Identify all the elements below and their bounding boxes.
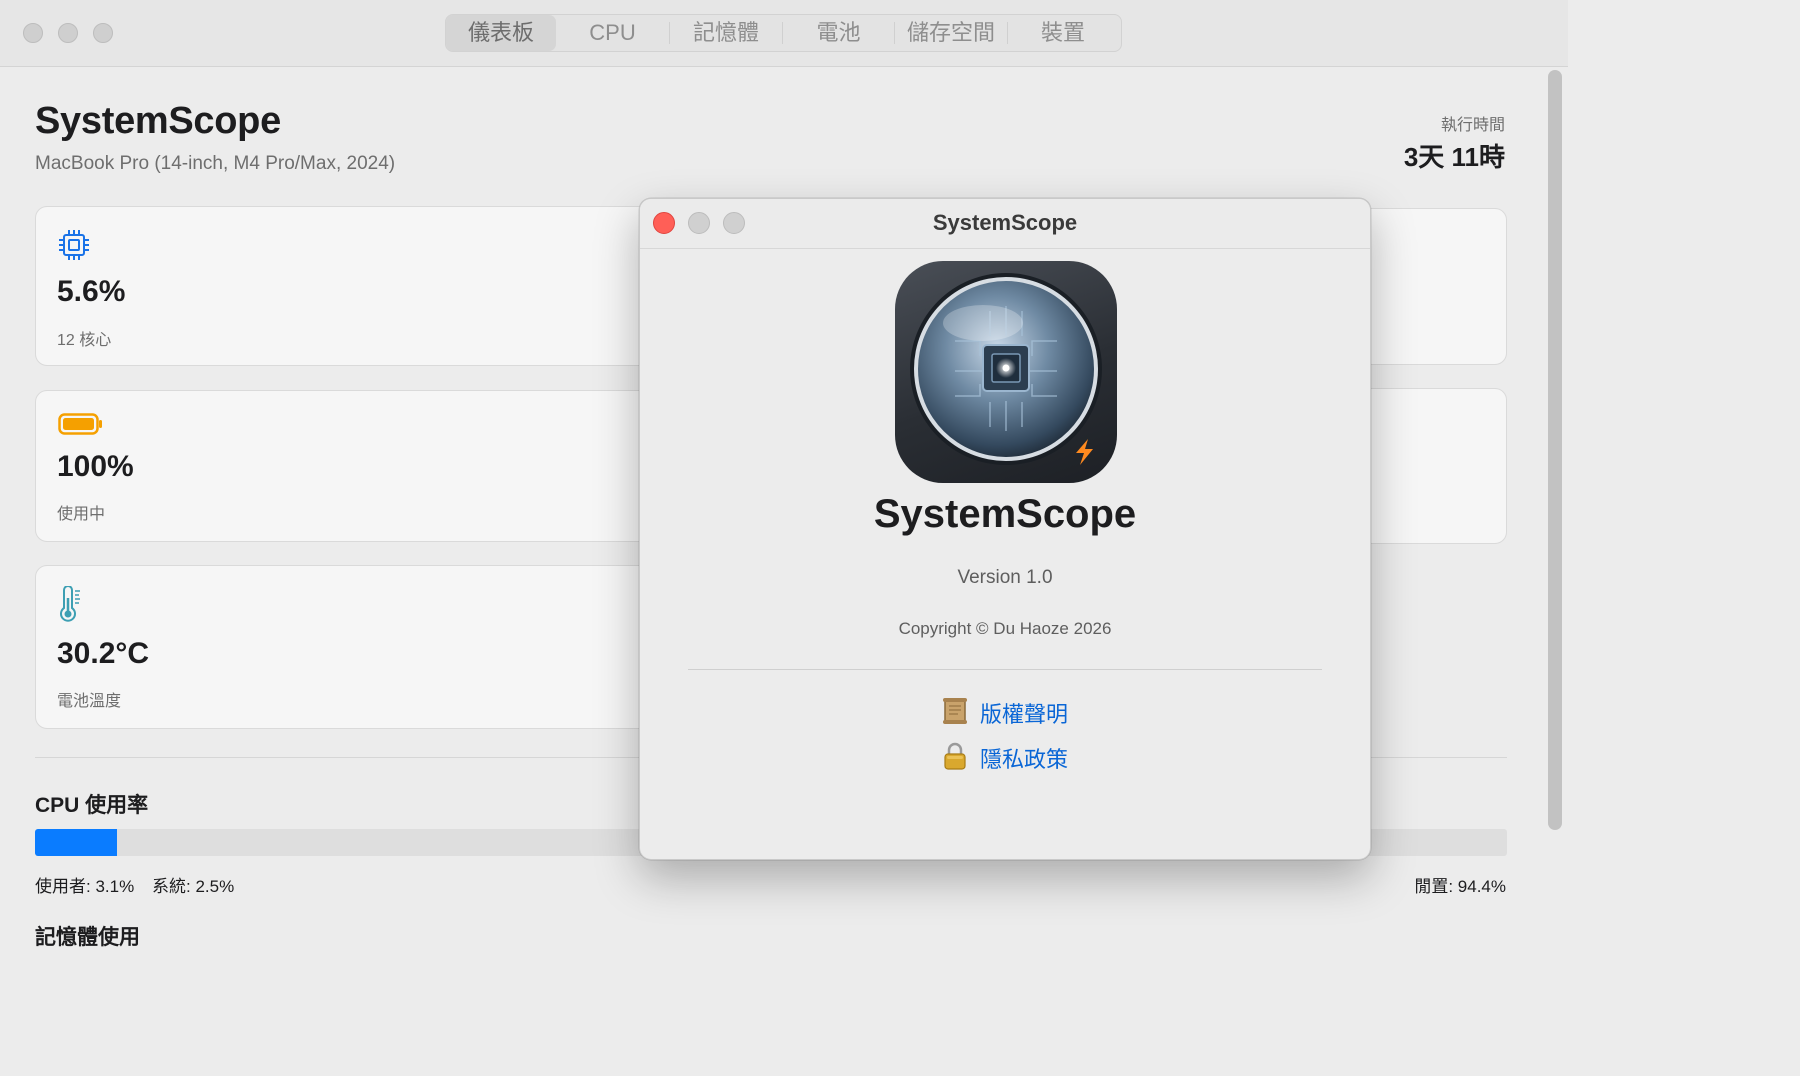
dialog-titlebar: SystemScope — [640, 199, 1370, 249]
dialog-app-name: SystemScope — [873, 492, 1137, 536]
cpu-idle-text: 閒置: 94.4% — [1414, 877, 1506, 896]
page-title: SystemScope — [35, 100, 281, 142]
privacy-policy-label: 隱私政策 — [980, 747, 1069, 772]
about-dialog: SystemScope SystemScope Version 1.0 Copy… — [639, 198, 1371, 860]
tab-devices[interactable]: 裝置 — [1008, 15, 1118, 51]
cpu-usage-bar-fill — [35, 829, 118, 856]
dialog-version: Version 1.0 — [957, 567, 1053, 588]
battery-icon — [58, 413, 104, 440]
privacy-policy-link[interactable]: 隱私政策 — [940, 741, 1068, 775]
cpu-core-count: 12 核心 — [57, 332, 112, 349]
temperature-label: 電池溫度 — [57, 693, 122, 710]
battery-status: 使用中 — [57, 506, 106, 523]
temperature-card[interactable]: 30.2°C 電池溫度 — [35, 565, 655, 729]
memory-usage-title: 記憶體使用 — [35, 926, 140, 949]
cpu-chip-icon — [58, 229, 90, 266]
close-window-button[interactable] — [23, 23, 43, 43]
dialog-copyright: Copyright © Du Haoze 2026 — [898, 619, 1112, 638]
zoom-window-button[interactable] — [93, 23, 113, 43]
window-titlebar: 儀表板 CPU 記憶體 電池 儲存空間 裝置 — [0, 0, 1568, 67]
uptime-label: 執行時間 — [1440, 117, 1505, 134]
battery-card[interactable]: 100% 使用中 — [35, 390, 655, 542]
stat-card-right-1[interactable] — [1360, 208, 1507, 365]
tab-battery[interactable]: 電池 — [783, 15, 894, 51]
cpu-user-text: 使用者: 3.1% — [35, 877, 135, 896]
cpu-system-text: 系統: 2.5% — [152, 877, 235, 896]
scrollbar[interactable] — [1548, 70, 1562, 830]
dialog-title: SystemScope — [932, 210, 1078, 235]
dialog-separator — [688, 669, 1322, 670]
copyright-notice-label: 版權聲明 — [980, 702, 1069, 727]
copyright-notice-link[interactable]: 版權聲明 — [940, 696, 1068, 730]
cpu-usage-title: CPU 使用率 — [35, 794, 149, 817]
tab-dashboard[interactable]: 儀表板 — [446, 15, 556, 51]
uptime-value: 3天 11時 — [1403, 142, 1505, 172]
cpu-card[interactable]: 5.6% 12 核心 — [35, 206, 655, 366]
minimize-window-button[interactable] — [58, 23, 78, 43]
battery-level-value: 100% — [57, 450, 134, 483]
tab-memory[interactable]: 記憶體 — [670, 15, 782, 51]
tab-storage[interactable]: 儲存空間 — [895, 15, 1007, 51]
thermometer-icon — [58, 585, 84, 627]
tab-bar: 儀表板 CPU 記憶體 電池 儲存空間 裝置 — [445, 14, 1122, 52]
lock-icon — [940, 741, 970, 776]
tab-cpu[interactable]: CPU — [556, 15, 669, 51]
device-model: MacBook Pro (14-inch, M4 Pro/Max, 2024) — [35, 153, 396, 174]
scroll-icon — [940, 696, 970, 731]
stat-card-right-2[interactable] — [1360, 388, 1507, 544]
app-icon — [895, 261, 1117, 483]
temperature-value: 30.2°C — [57, 637, 150, 670]
cpu-usage-value: 5.6% — [57, 275, 126, 308]
